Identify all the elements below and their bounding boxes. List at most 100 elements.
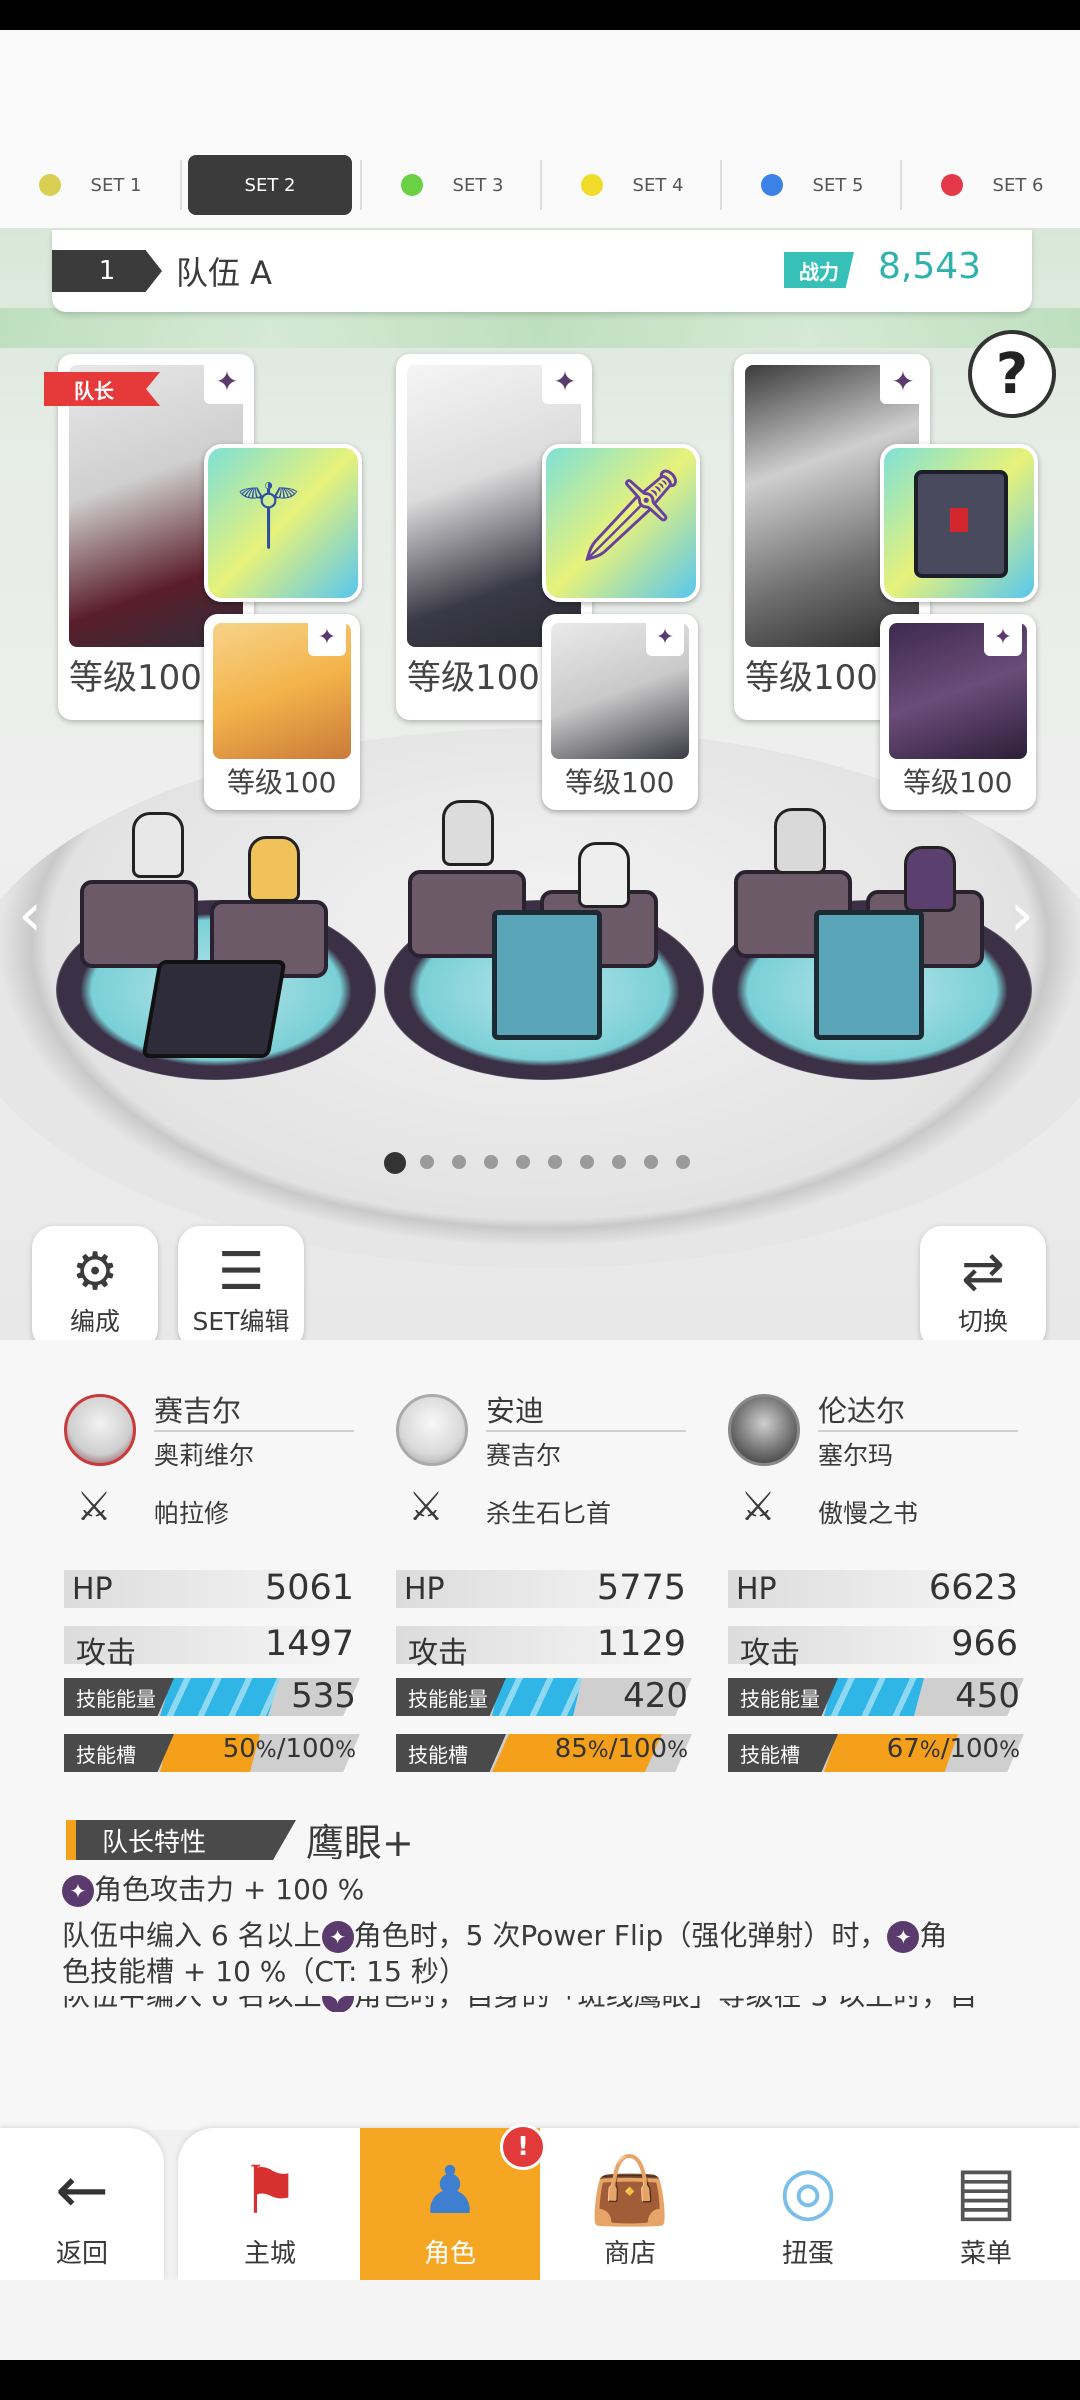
weapon-slot[interactable] bbox=[880, 444, 1038, 602]
nav-shop-label: 商店 bbox=[603, 2239, 656, 2269]
set-dot-icon bbox=[400, 174, 423, 196]
back-arrow-icon: ← bbox=[55, 2154, 109, 2228]
attack-label: 攻击 bbox=[408, 1636, 468, 1671]
attack-value: 1129 bbox=[596, 1624, 686, 1664]
set-tab-6[interactable]: SET 6 bbox=[902, 155, 1080, 215]
element-star-icon: ✦ bbox=[308, 618, 346, 656]
set-tab-4[interactable]: SET 4 bbox=[542, 155, 722, 215]
equipment-name: 帕拉修 bbox=[154, 1499, 230, 1528]
hp-value: 6623 bbox=[928, 1568, 1018, 1608]
set-dot-icon bbox=[38, 174, 61, 196]
equipment-icon: ⚔ bbox=[408, 1484, 444, 1530]
menu-list-icon: ▤ bbox=[954, 2152, 1018, 2229]
page-indicator[interactable] bbox=[516, 1155, 530, 1169]
trait-text: 角 bbox=[919, 1919, 948, 1952]
set-tab-2[interactable]: SET 2 bbox=[188, 155, 352, 215]
list-icon: ☰ bbox=[217, 1242, 265, 1302]
set-tab-label: SET 4 bbox=[632, 174, 684, 196]
hp-label: HP bbox=[404, 1572, 445, 1607]
switch-button[interactable]: ⇄ 切换 bbox=[920, 1226, 1046, 1350]
town-icon: ⚑ bbox=[240, 2152, 300, 2229]
page-indicator[interactable] bbox=[548, 1155, 562, 1169]
set-dot-icon bbox=[580, 174, 603, 196]
nav-town[interactable]: ⚑ 主城 bbox=[182, 2128, 358, 2280]
book-icon bbox=[914, 470, 1008, 578]
page-indicator[interactable] bbox=[644, 1155, 658, 1169]
page-indicator[interactable] bbox=[452, 1155, 466, 1169]
star-icon: ✦ bbox=[321, 1996, 354, 2012]
character-name: 安迪 bbox=[486, 1394, 545, 1428]
team-name[interactable]: 队伍 A bbox=[176, 248, 272, 294]
previous-arrow-icon[interactable]: ‹ bbox=[18, 880, 42, 950]
nav-menu[interactable]: ▤ 菜单 bbox=[898, 2128, 1074, 2280]
page-indicator[interactable] bbox=[612, 1155, 626, 1169]
energy-value: 535 bbox=[291, 1676, 356, 1716]
notification-badge: ! bbox=[500, 2124, 546, 2170]
set-edit-button[interactable]: ☰ SET编辑 bbox=[178, 1226, 304, 1350]
formation-button[interactable]: ⚙ 编成 bbox=[32, 1226, 158, 1350]
weapon-slot[interactable]: 🗡 bbox=[542, 444, 700, 602]
hp-label: HP bbox=[72, 1572, 113, 1607]
slot-current: 85 bbox=[554, 1734, 588, 1764]
trait-text: 队伍中编入 6 名以上 bbox=[62, 1996, 322, 2012]
formation-label: 编成 bbox=[69, 1307, 120, 1336]
page-indicator-active[interactable] bbox=[384, 1152, 406, 1174]
set-tab-1[interactable]: SET 1 bbox=[0, 155, 180, 215]
equipment-icon: ⚔ bbox=[76, 1484, 112, 1530]
power-label: 战力 bbox=[784, 252, 854, 288]
swap-icon: ⇄ bbox=[961, 1242, 1005, 1302]
slot-current: 50 bbox=[222, 1734, 256, 1764]
skill-slot-value: 50%/100% bbox=[222, 1734, 356, 1764]
page-indicator[interactable] bbox=[676, 1155, 690, 1169]
partner-name: 赛吉尔 bbox=[486, 1441, 562, 1470]
sub-level: 等级100 bbox=[565, 766, 675, 799]
hp-value: 5061 bbox=[264, 1568, 354, 1608]
nav-gacha[interactable]: ◎ 扭蛋 bbox=[720, 2128, 896, 2280]
attack-label: 攻击 bbox=[740, 1636, 800, 1671]
set-tab-5[interactable]: SET 5 bbox=[722, 155, 902, 215]
chibi-sprite bbox=[442, 800, 494, 866]
chibi-sprite bbox=[248, 836, 300, 902]
person-gear-icon: ⚙ bbox=[71, 1242, 119, 1302]
energy-label: 技能能量 bbox=[728, 1678, 838, 1716]
book-sprite bbox=[814, 910, 924, 1040]
page-indicator[interactable] bbox=[420, 1155, 434, 1169]
page-indicator[interactable] bbox=[484, 1155, 498, 1169]
nav-shop[interactable]: 👜 商店 bbox=[542, 2128, 718, 2280]
set-tab-label: SET 3 bbox=[452, 174, 504, 196]
team-number: 1 bbox=[52, 250, 162, 292]
hp-value: 5775 bbox=[596, 1568, 686, 1608]
next-arrow-icon[interactable]: › bbox=[1010, 880, 1034, 950]
power-value: 8,543 bbox=[878, 246, 982, 287]
system-nav-bar bbox=[0, 2360, 1080, 2400]
trait-text: 角色时，自身的「斑线鹰眼」等级在 3 以上时，自 bbox=[354, 1996, 978, 2012]
character-icon: ♟ bbox=[420, 2152, 480, 2229]
nav-menu-label: 菜单 bbox=[959, 2239, 1012, 2269]
avatar[interactable] bbox=[64, 1394, 136, 1466]
equipment-name: 杀生石匕首 bbox=[486, 1499, 612, 1528]
page-indicator[interactable] bbox=[580, 1155, 594, 1169]
equipment-name: 傲慢之书 bbox=[818, 1499, 919, 1528]
chibi-sprite bbox=[132, 812, 184, 878]
nav-character-label: 角色 bbox=[423, 2239, 476, 2269]
axe-icon: ⚚ bbox=[228, 465, 309, 570]
help-button[interactable]: ? bbox=[968, 330, 1056, 418]
trait-line-1: ✦ 角色攻击力 + 100 % bbox=[62, 1872, 1022, 1908]
divider bbox=[818, 1430, 1018, 1432]
element-star-icon: ✦ bbox=[204, 358, 250, 404]
element-star-icon: ✦ bbox=[984, 618, 1022, 656]
set-tab-label: SET 6 bbox=[992, 174, 1044, 196]
weapon-slot[interactable]: ⚚ bbox=[204, 444, 362, 602]
star-icon: ✦ bbox=[62, 1875, 94, 1907]
element-star-icon: ✦ bbox=[646, 618, 684, 656]
avatar[interactable] bbox=[396, 1394, 468, 1466]
hp-label: HP bbox=[736, 1572, 777, 1607]
skill-slot-value: 85%/100% bbox=[554, 1734, 688, 1764]
leader-badge: 队长 bbox=[44, 372, 160, 406]
back-button[interactable]: ← 返回 bbox=[0, 2128, 164, 2280]
avatar[interactable] bbox=[728, 1394, 800, 1466]
set-tab-3[interactable]: SET 3 bbox=[362, 155, 542, 215]
partner-name: 塞尔玛 bbox=[818, 1441, 894, 1470]
slot-max: 100 bbox=[285, 1734, 336, 1764]
set-edit-label: SET编辑 bbox=[192, 1307, 290, 1336]
